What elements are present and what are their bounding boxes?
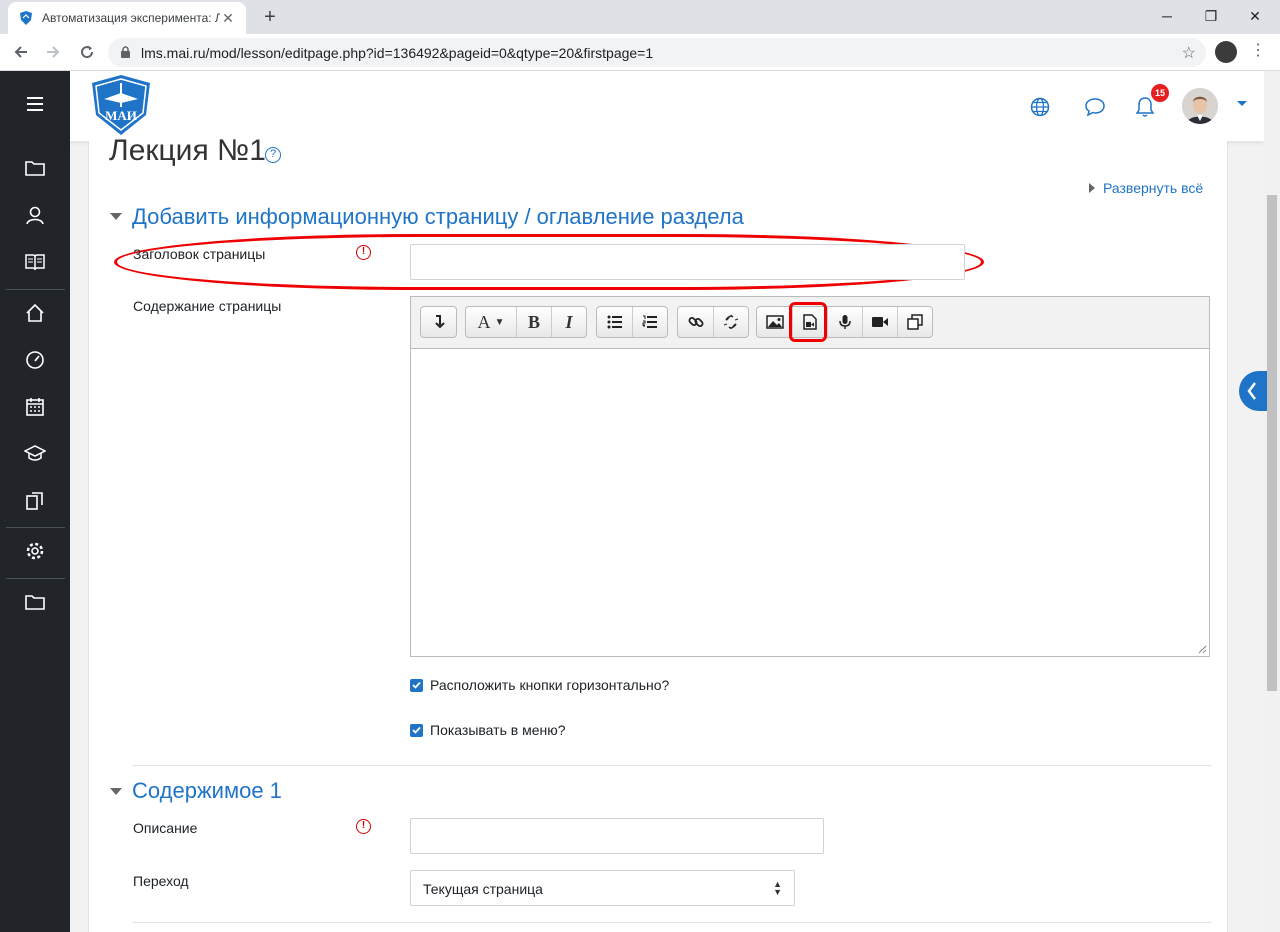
files-icon[interactable]	[0, 481, 70, 521]
chevron-left-icon	[1247, 382, 1256, 400]
section-title-content-1[interactable]: Содержимое 1	[132, 778, 282, 804]
toolbar-group-collapse	[420, 306, 457, 338]
browser-tab[interactable]: Автоматизация эксперимента: Л ✕	[8, 2, 246, 34]
collapse-toolbar-icon[interactable]	[421, 307, 456, 337]
image-icon[interactable]	[757, 307, 792, 337]
browser-toolbar: lms.mai.ru/mod/lesson/editpage.php?id=13…	[0, 34, 1280, 71]
folder-icon[interactable]	[0, 582, 70, 622]
nav-sidebar	[0, 71, 70, 932]
notification-count-badge: 15	[1151, 84, 1169, 102]
toolbar-group-text: A ▼ B I	[465, 306, 587, 338]
expand-all-link[interactable]: Развернуть всё	[1089, 180, 1203, 196]
record-video-icon[interactable]	[862, 307, 897, 337]
link-icon[interactable]	[678, 307, 713, 337]
folder-icon[interactable]	[0, 148, 70, 188]
description-input[interactable]	[410, 818, 824, 854]
messages-icon[interactable]	[1083, 95, 1107, 119]
jump-select[interactable]: Текущая страница ▲ ▼	[410, 870, 795, 906]
section-divider	[133, 765, 1211, 766]
tab-title: Автоматизация эксперимента: Л	[42, 11, 220, 25]
lock-icon	[121, 46, 130, 58]
page-content: Лекция №1 ? Развернуть всё Добавить инфо…	[88, 134, 1228, 932]
url-text: lms.mai.ru/mod/lesson/editpage.php?id=13…	[141, 44, 654, 61]
scrollbar-thumb[interactable]	[1267, 195, 1277, 691]
participants-icon[interactable]	[0, 195, 70, 235]
new-tab-button[interactable]: +	[258, 6, 282, 30]
collapse-section-icon[interactable]	[110, 788, 122, 795]
sidebar-divider	[6, 578, 65, 579]
page-content-label: Содержание страницы	[133, 298, 282, 314]
checkbox-menu-label: Показывать в меню?	[430, 722, 566, 738]
resize-handle-icon[interactable]	[1197, 644, 1207, 654]
unordered-list-icon[interactable]	[597, 307, 632, 337]
bold-icon[interactable]: B	[516, 307, 551, 337]
forward-button[interactable]	[40, 39, 66, 65]
unlink-icon[interactable]	[713, 307, 748, 337]
browser-tabstrip: Автоматизация эксперимента: Л ✕ + ─ ❐ ✕	[0, 0, 1280, 34]
checkbox-checked-icon[interactable]	[410, 678, 423, 692]
checkbox-menu-row[interactable]: Показывать в меню?	[410, 722, 566, 738]
checkbox-horizontal-label: Расположить кнопки горизонтально?	[430, 677, 670, 693]
settings-icon[interactable]	[0, 531, 70, 571]
bookmark-star-icon[interactable]: ☆	[1182, 43, 1196, 63]
font-style-icon[interactable]: A ▼	[466, 307, 516, 337]
close-window-button[interactable]: ✕	[1232, 4, 1278, 30]
ordered-list-icon[interactable]	[632, 307, 667, 337]
menu-icon[interactable]	[0, 84, 70, 124]
calendar-icon[interactable]	[0, 387, 70, 427]
editor-content-area[interactable]	[410, 348, 1210, 657]
collapse-section-icon[interactable]	[110, 213, 122, 220]
editor-toolbar: A ▼ B I	[410, 296, 1210, 348]
arrow-left-icon	[14, 46, 27, 58]
logo-text: МАИ	[105, 108, 137, 123]
annotation-highlight-media-button	[789, 302, 827, 342]
section-title-add-page[interactable]: Добавить информационную страницу / оглав…	[132, 204, 744, 230]
sidebar-divider	[6, 289, 65, 290]
section-divider	[133, 922, 1211, 923]
help-icon[interactable]: ?	[265, 147, 281, 163]
expand-all-label: Развернуть всё	[1103, 180, 1204, 196]
language-globe-icon[interactable]	[1028, 95, 1052, 119]
graduation-cap-icon[interactable]	[0, 434, 70, 474]
record-audio-icon[interactable]	[827, 307, 862, 337]
reload-button[interactable]	[74, 39, 100, 65]
browser-menu-icon[interactable]: ⋮	[1250, 42, 1266, 60]
page-title-label: Заголовок страницы	[133, 246, 266, 262]
toolbar-group-lists	[596, 306, 668, 338]
checkbox-horizontal-row[interactable]: Расположить кнопки горизонтально?	[410, 677, 669, 693]
toolbar-group-links	[677, 306, 749, 338]
arrow-right-icon	[47, 46, 60, 58]
checkbox-checked-icon[interactable]	[410, 723, 423, 737]
required-icon: !	[356, 819, 371, 834]
user-menu-caret-icon[interactable]	[1237, 101, 1247, 106]
minimize-button[interactable]: ─	[1144, 4, 1190, 30]
restore-button[interactable]: ❐	[1188, 4, 1234, 30]
description-label: Описание	[133, 820, 198, 836]
drawer-toggle-button[interactable]	[1239, 371, 1267, 411]
page-title-input[interactable]	[410, 244, 965, 280]
dashboard-icon[interactable]	[0, 340, 70, 380]
close-tab-icon[interactable]: ✕	[220, 10, 236, 27]
address-bar[interactable]: lms.mai.ru/mod/lesson/editpage.php?id=13…	[108, 38, 1206, 67]
jump-label: Переход	[133, 873, 189, 889]
back-button[interactable]	[8, 39, 34, 65]
site-header: МАИ 15	[70, 71, 1264, 141]
toolbar-group-media	[756, 306, 933, 338]
browser-profile-avatar[interactable]	[1215, 41, 1237, 63]
book-icon[interactable]	[0, 242, 70, 282]
required-icon: !	[356, 245, 371, 260]
jump-select-value: Текущая страница	[423, 881, 543, 897]
reload-icon	[81, 46, 94, 59]
manage-files-icon[interactable]	[897, 307, 932, 337]
select-arrows-icon: ▲ ▼	[773, 879, 782, 897]
sidebar-divider	[6, 527, 65, 528]
home-icon[interactable]	[0, 293, 70, 333]
caret-right-icon	[1089, 183, 1095, 193]
page-scrollbar[interactable]	[1264, 71, 1280, 932]
page-title: Лекция №1	[109, 134, 266, 167]
user-avatar[interactable]	[1182, 88, 1218, 124]
italic-icon[interactable]: I	[551, 307, 586, 337]
mai-favicon-icon	[20, 11, 32, 25]
mai-logo[interactable]: МАИ	[88, 73, 154, 137]
